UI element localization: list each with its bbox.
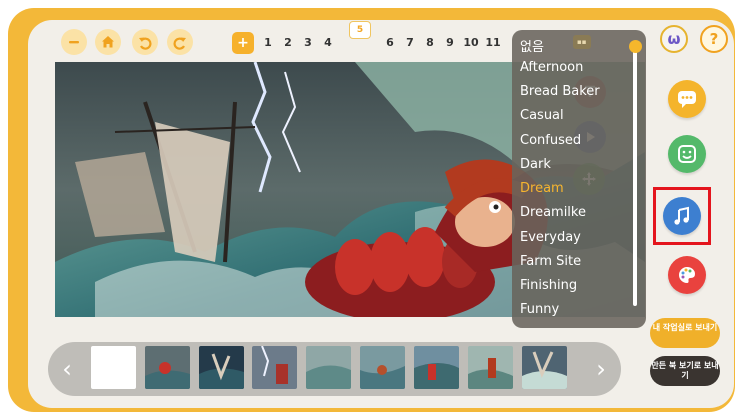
- thumbnail-image: [414, 346, 459, 389]
- user-button[interactable]: ω: [660, 25, 688, 53]
- music-option[interactable]: Confused: [520, 133, 581, 148]
- thumbnail-image: [468, 346, 513, 389]
- thumbnail-image: [252, 346, 297, 389]
- speech-bubble-button[interactable]: [668, 80, 706, 118]
- send-to-workroom-button[interactable]: 내 작업실로 보내기: [650, 318, 720, 348]
- page-6[interactable]: 6: [380, 32, 400, 54]
- thumbnail-7[interactable]: [414, 346, 459, 389]
- home-button[interactable]: [95, 29, 121, 55]
- music-option[interactable]: Everyday: [520, 230, 581, 245]
- thumbnail-image: [522, 346, 567, 389]
- thumbnail-image: [145, 346, 190, 389]
- minus-button[interactable]: [61, 29, 87, 55]
- thumbnail-9[interactable]: [522, 346, 567, 389]
- thumbnail-6[interactable]: [360, 346, 405, 389]
- thumbnail-5[interactable]: [306, 346, 351, 389]
- music-option[interactable]: Finishing: [520, 278, 577, 293]
- thumbnail-next-button[interactable]: ›: [586, 342, 616, 396]
- page-9[interactable]: 9: [440, 32, 460, 54]
- redo-button[interactable]: [167, 29, 193, 55]
- music-button[interactable]: [663, 197, 701, 235]
- sticker-icon: [678, 145, 696, 163]
- thumbnail-2[interactable]: [145, 346, 190, 389]
- page-3[interactable]: 3: [298, 32, 318, 54]
- music-option-none[interactable]: 없음: [520, 36, 544, 55]
- music-option[interactable]: Bread Baker: [520, 84, 600, 99]
- dropdown-tag: ▪▪: [573, 35, 591, 49]
- home-icon: [102, 36, 114, 48]
- music-note-icon: [674, 206, 689, 225]
- speech-bubble-icon: [678, 91, 696, 108]
- music-option-selected[interactable]: Dream: [520, 181, 564, 196]
- thumbnail-1[interactable]: [91, 346, 136, 389]
- page-4[interactable]: 4: [318, 32, 338, 54]
- add-page-button[interactable]: +: [232, 32, 254, 54]
- thumbnail-image: [360, 346, 405, 389]
- palette-icon: [679, 267, 695, 283]
- undo-button[interactable]: [132, 29, 158, 55]
- help-button[interactable]: ?: [700, 25, 728, 53]
- sticker-button[interactable]: [668, 135, 706, 173]
- redo-icon: [173, 37, 186, 50]
- page-1[interactable]: 1: [258, 32, 278, 54]
- thumbnail-4[interactable]: [252, 346, 297, 389]
- thumbnail-prev-button[interactable]: ‹: [52, 342, 82, 396]
- export-book-button[interactable]: 만든 북 보기로 보내기: [650, 356, 720, 386]
- undo-icon: [139, 37, 152, 50]
- current-page-marker[interactable]: 5: [349, 21, 371, 39]
- minus-icon: [69, 41, 79, 44]
- page-11[interactable]: 11: [482, 32, 504, 54]
- music-option[interactable]: Casual: [520, 108, 564, 123]
- music-option[interactable]: Funny: [520, 302, 559, 317]
- thumbnail-image: [199, 346, 244, 389]
- music-option[interactable]: Dreamilke: [520, 205, 586, 220]
- music-option[interactable]: Afternoon: [520, 60, 583, 75]
- thumbnail-3[interactable]: [199, 346, 244, 389]
- page-8[interactable]: 8: [420, 32, 440, 54]
- thumbnail-8[interactable]: [468, 346, 513, 389]
- palette-button[interactable]: [668, 256, 706, 294]
- page-10[interactable]: 10: [460, 32, 482, 54]
- dropdown-scrollbar[interactable]: [633, 44, 637, 306]
- music-option[interactable]: Farm Site: [520, 254, 581, 269]
- page-2[interactable]: 2: [278, 32, 298, 54]
- thumbnail-image: [306, 346, 351, 389]
- music-option[interactable]: Dark: [520, 157, 551, 172]
- page-7[interactable]: 7: [400, 32, 420, 54]
- dropdown-scroll-thumb[interactable]: [629, 40, 642, 53]
